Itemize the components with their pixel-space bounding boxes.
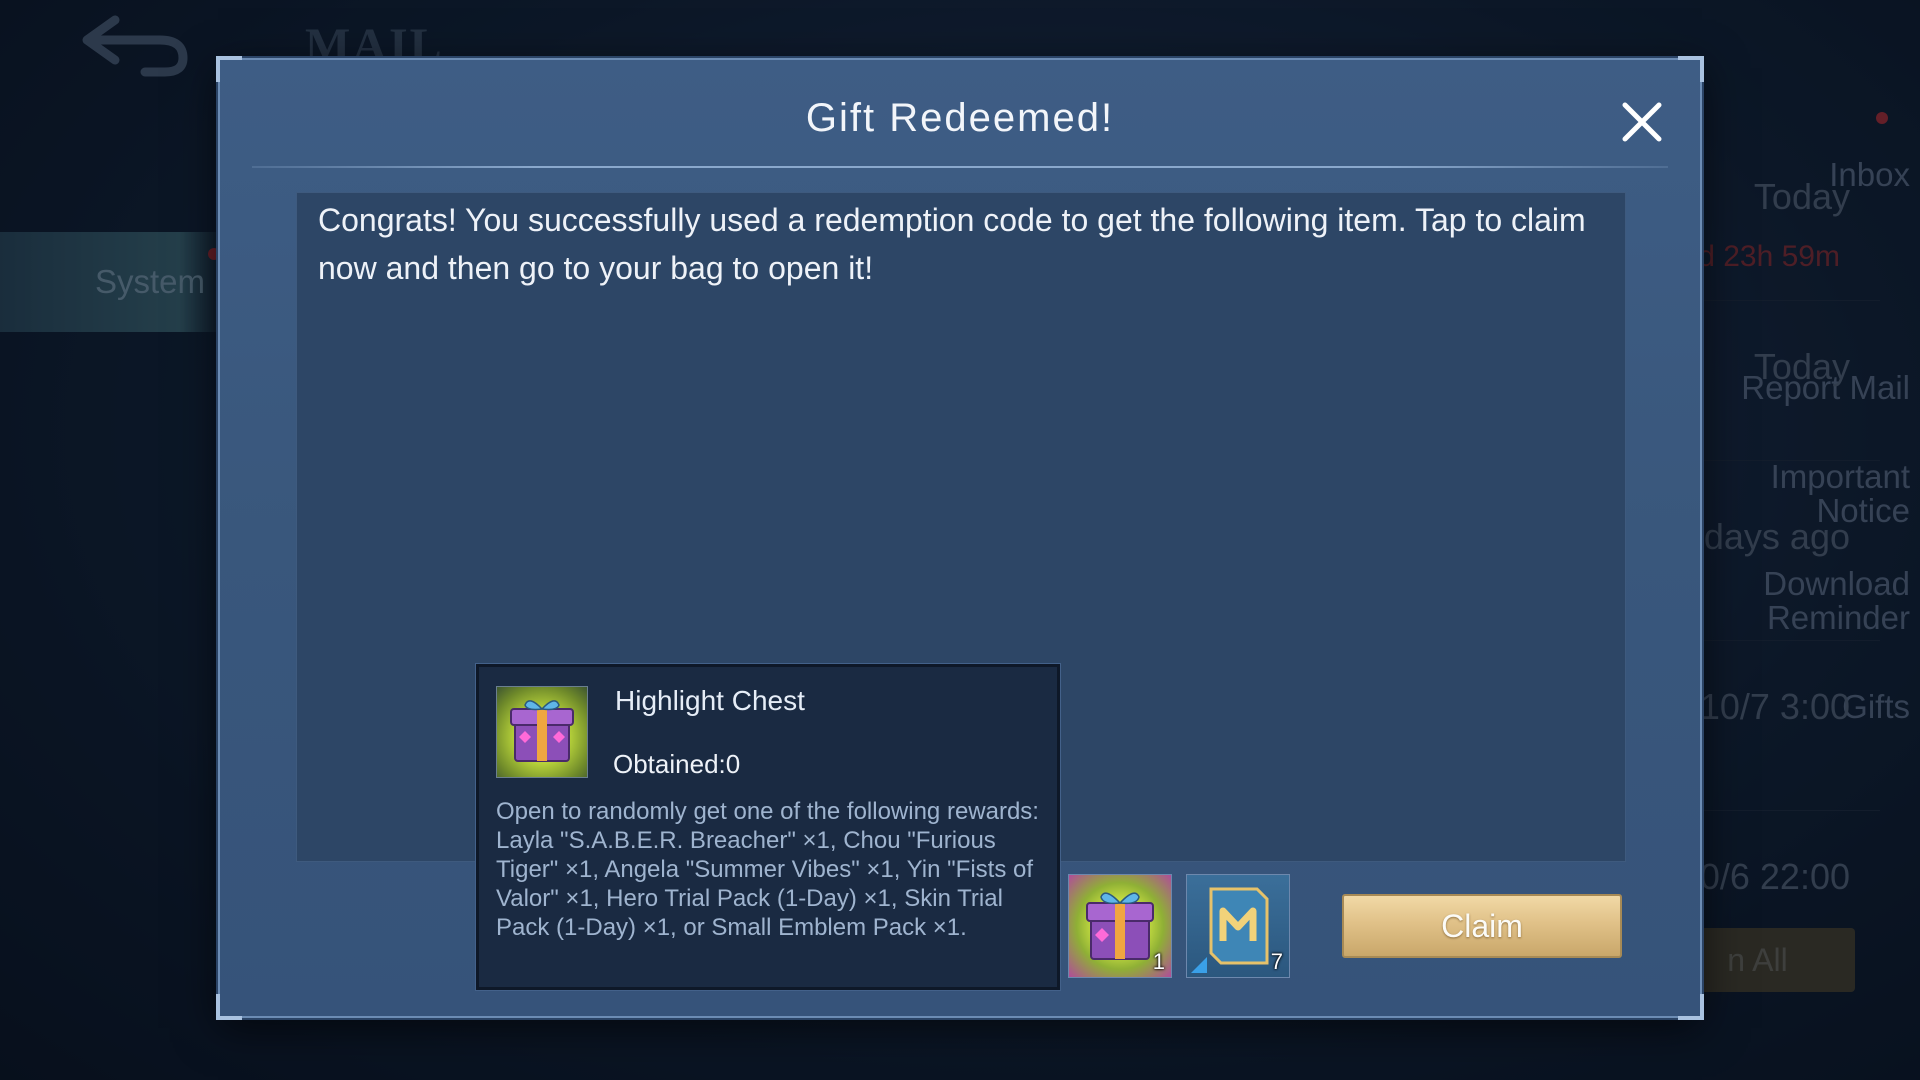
highlight-chest-icon bbox=[496, 686, 588, 778]
reward-slot-emblem-card[interactable]: 7 bbox=[1186, 874, 1290, 978]
item-description: Open to randomly get one of the followin… bbox=[496, 798, 1039, 941]
dialog-message: Congrats! You successfully used a redemp… bbox=[318, 202, 1586, 286]
dialog-title: Gift Redeemed! bbox=[805, 96, 1115, 140]
title-divider bbox=[252, 166, 1668, 168]
item-name: Highlight Chest bbox=[615, 685, 805, 716]
frame-corner bbox=[216, 56, 242, 82]
reward-quantity: 7 bbox=[1270, 949, 1283, 974]
gift-redeemed-dialog: Gift Redeemed! Congrats! You successfull… bbox=[216, 56, 1704, 1020]
reward-slot-highlight-chest[interactable]: 1 bbox=[1068, 874, 1172, 978]
close-button[interactable] bbox=[1612, 92, 1672, 152]
reward-quantity: 1 bbox=[1152, 949, 1165, 974]
item-tooltip: Highlight Chest Obtained:0 Open to rando… bbox=[476, 664, 1060, 990]
item-obtained-count: Obtained:0 bbox=[613, 749, 741, 779]
frame-corner bbox=[216, 994, 242, 1020]
frame-corner bbox=[1678, 56, 1704, 82]
claim-button[interactable]: Claim bbox=[1342, 894, 1622, 958]
close-icon bbox=[1622, 102, 1662, 142]
frame-corner bbox=[1678, 994, 1704, 1020]
